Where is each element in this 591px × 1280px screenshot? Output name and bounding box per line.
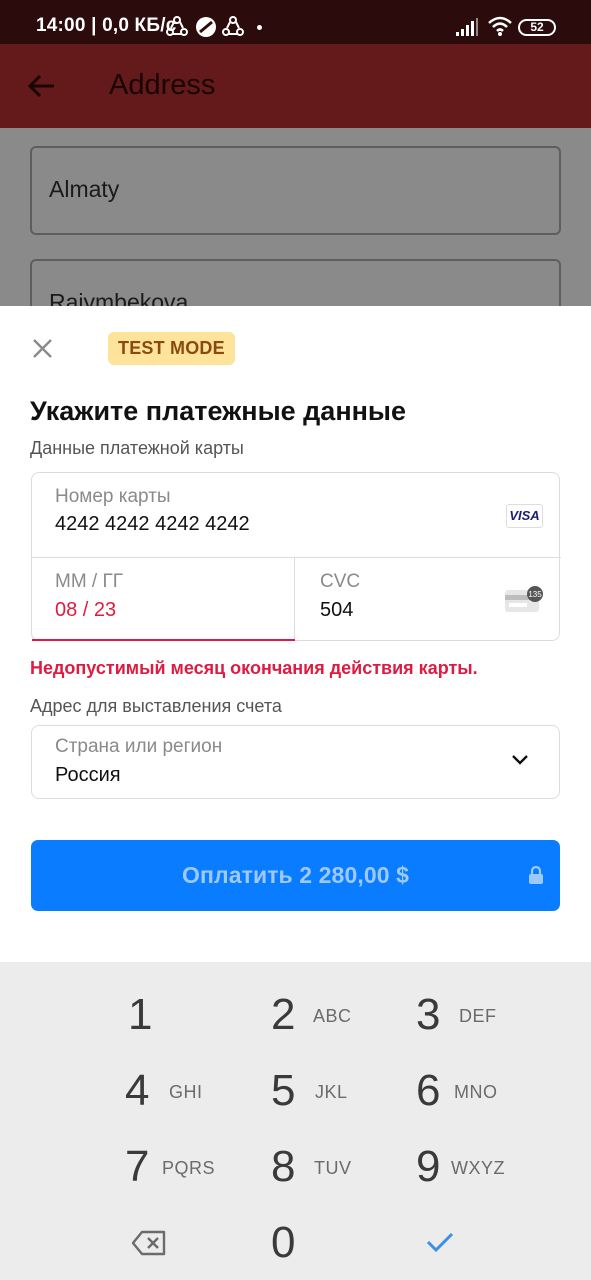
expiry-value: 08 / 23 bbox=[55, 599, 117, 621]
city-value: Almaty bbox=[49, 176, 120, 202]
recycle-icon bbox=[222, 16, 244, 36]
status-time: 14:00 | 0,0 КБ/с bbox=[36, 15, 177, 36]
city-field[interactable]: Almaty bbox=[30, 146, 561, 235]
street-field[interactable]: Raiymbekova bbox=[30, 259, 561, 306]
compass-icon bbox=[196, 17, 216, 37]
key-digit: 2 bbox=[271, 990, 296, 1039]
key-digit: 9 bbox=[416, 1142, 441, 1191]
address-form: Almaty Raiymbekova bbox=[0, 128, 591, 306]
key-digit: 6 bbox=[416, 1066, 441, 1115]
arrow-left-icon[interactable] bbox=[26, 70, 58, 102]
backspace-icon bbox=[131, 1230, 166, 1256]
pay-button[interactable]: Оплатить 2 280,00 $ bbox=[31, 840, 560, 911]
key-5[interactable]: 5 JKL bbox=[235, 1056, 385, 1126]
expiry-error-underline bbox=[32, 639, 295, 641]
signal-icon bbox=[456, 18, 478, 36]
key-9[interactable]: 9 WXYZ bbox=[380, 1132, 530, 1202]
key-1[interactable]: 1 bbox=[90, 980, 240, 1050]
key-0[interactable]: 0 bbox=[235, 1208, 385, 1278]
key-2[interactable]: 2 ABC bbox=[235, 980, 385, 1050]
key-letters: ABC bbox=[313, 1006, 352, 1026]
key-letters: DEF bbox=[459, 1006, 497, 1026]
cvc-field[interactable]: CVC 504 135 bbox=[296, 558, 560, 641]
expiry-field[interactable]: ММ / ГГ 08 / 23 bbox=[32, 558, 295, 641]
close-icon[interactable] bbox=[32, 338, 53, 359]
card-details-box: Номер карты 4242 4242 4242 4242 VISA ММ … bbox=[31, 472, 561, 641]
key-letters: PQRS bbox=[162, 1158, 216, 1178]
key-8[interactable]: 8 TUV bbox=[235, 1132, 385, 1202]
battery-icon: 52 bbox=[518, 19, 556, 36]
key-digit: 1 bbox=[128, 990, 153, 1039]
key-letters: TUV bbox=[314, 1158, 352, 1178]
country-value: Россия bbox=[55, 764, 121, 786]
checkmark-icon bbox=[426, 1232, 454, 1253]
key-letters: GHI bbox=[169, 1082, 203, 1102]
numeric-keypad: 1 2 ABC 3 DEF 4 GHI 5 JKL 6 MNO 7 PQRS 8… bbox=[0, 962, 591, 1280]
key-letters: JKL bbox=[315, 1082, 348, 1102]
key-digit: 3 bbox=[416, 990, 441, 1039]
visa-icon: VISA bbox=[506, 504, 543, 528]
pay-button-label: Оплатить 2 280,00 $ bbox=[182, 862, 409, 888]
test-mode-badge: TEST MODE bbox=[108, 332, 235, 365]
notification-dot bbox=[257, 25, 262, 30]
expiry-label: ММ / ГГ bbox=[55, 571, 124, 592]
page-title: Address bbox=[109, 69, 216, 101]
key-digit: 7 bbox=[125, 1142, 150, 1191]
key-digit: 4 bbox=[125, 1066, 150, 1115]
status-bar: 14:00 | 0,0 КБ/с 52 bbox=[0, 0, 591, 44]
cvc-card-icon: 135 bbox=[505, 586, 543, 612]
key-letters: MNO bbox=[454, 1082, 498, 1102]
lock-icon bbox=[529, 865, 543, 884]
key-digit: 8 bbox=[271, 1142, 296, 1191]
card-number-label: Номер карты bbox=[55, 486, 171, 507]
key-6[interactable]: 6 MNO bbox=[380, 1056, 530, 1126]
key-digit: 0 bbox=[271, 1218, 296, 1267]
recycle-icon bbox=[166, 16, 188, 36]
card-number-field[interactable]: Номер карты 4242 4242 4242 4242 VISA bbox=[32, 473, 561, 558]
backspace-key[interactable] bbox=[90, 1208, 240, 1278]
key-letters: WXYZ bbox=[451, 1158, 505, 1178]
key-4[interactable]: 4 GHI bbox=[90, 1056, 240, 1126]
card-number-value: 4242 4242 4242 4242 bbox=[55, 513, 250, 535]
card-section-label: Данные платежной карты bbox=[30, 438, 244, 458]
chevron-down-icon bbox=[512, 755, 528, 765]
app-bar: Address bbox=[0, 44, 591, 128]
cvc-icon-text: 135 bbox=[528, 590, 542, 599]
billing-address-label: Адрес для выставления счета bbox=[30, 696, 282, 716]
key-7[interactable]: 7 PQRS bbox=[90, 1132, 240, 1202]
battery-level: 52 bbox=[530, 20, 544, 34]
wifi-icon bbox=[488, 16, 512, 36]
sheet-title: Укажите платежные данные bbox=[30, 396, 407, 426]
expiry-error-message: Недопустимый месяц окончания действия ка… bbox=[30, 658, 478, 678]
cvc-label: CVC bbox=[320, 571, 361, 592]
key-3[interactable]: 3 DEF bbox=[380, 980, 530, 1050]
done-key[interactable] bbox=[380, 1208, 530, 1278]
country-label: Страна или регион bbox=[55, 736, 223, 757]
country-select[interactable]: Страна или регион Россия bbox=[31, 725, 560, 799]
payment-sheet: TEST MODE Укажите платежные данные Данны… bbox=[0, 306, 591, 962]
street-value: Raiymbekova bbox=[49, 289, 189, 306]
key-digit: 5 bbox=[271, 1066, 296, 1115]
cvc-value: 504 bbox=[320, 599, 354, 621]
